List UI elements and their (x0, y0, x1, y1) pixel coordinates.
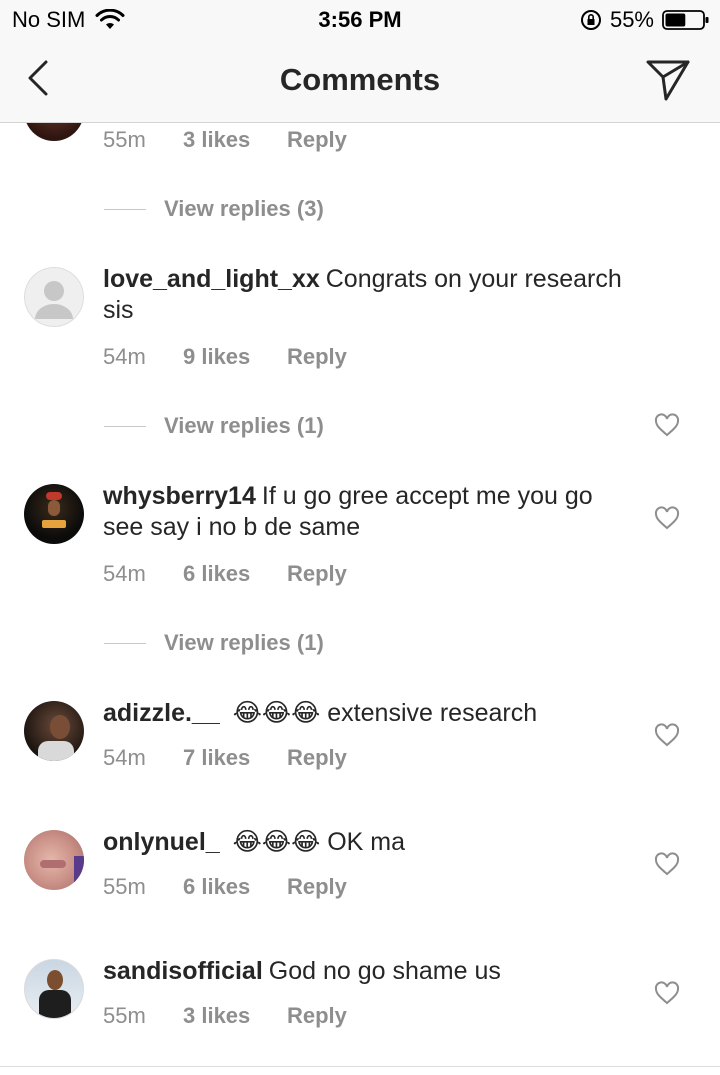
comment-time: 54m (103, 745, 146, 770)
comment-username[interactable]: love_and_light_xx (103, 265, 320, 293)
comment-body: whysberry14 If u go gree accept me you go… (103, 481, 623, 543)
comment-time: 55m (103, 1003, 146, 1028)
default-avatar[interactable] (24, 267, 84, 327)
reply-button[interactable]: Reply (287, 874, 347, 900)
comments-list[interactable]: 55m 3 likes Reply View replies (3) love_… (0, 123, 720, 1075)
comment-text: extensive research (327, 699, 538, 727)
status-right: 55% (580, 7, 710, 33)
view-replies-label: View replies (3) (164, 196, 324, 221)
comment-meta: 55m 3 likes Reply (103, 1003, 347, 1029)
heart-icon[interactable] (654, 723, 680, 747)
photo-avatar[interactable] (24, 959, 84, 1019)
battery-fill (665, 13, 686, 27)
view-replies-button[interactable]: View replies (1) (104, 630, 324, 656)
reply-button[interactable]: Reply (287, 127, 347, 153)
reply-button[interactable]: Reply (287, 745, 347, 771)
heart-icon[interactable] (654, 506, 680, 530)
likes-count[interactable]: 7 likes (183, 745, 287, 771)
view-replies-button[interactable]: View replies (1) (104, 413, 324, 439)
photo-avatar[interactable] (24, 830, 84, 890)
comment-username[interactable]: onlynuel_ (103, 828, 220, 856)
likes-count[interactable]: 9 likes (183, 344, 287, 370)
comment-meta: 54m 9 likes Reply (103, 344, 347, 370)
nav-bar: Comments (0, 40, 720, 123)
view-replies-button[interactable]: View replies (3) (104, 196, 324, 222)
bottom-divider (0, 1066, 720, 1067)
likes-count[interactable]: 6 likes (183, 874, 287, 900)
comment-username[interactable]: sandisofficial (103, 957, 263, 985)
comment-emoji: 😂😂😂 (232, 828, 321, 856)
heart-icon[interactable] (654, 981, 680, 1005)
comment-meta: 55m 6 likes Reply (103, 874, 347, 900)
comment-meta: 55m 3 likes Reply (103, 127, 347, 153)
likes-count[interactable]: 3 likes (183, 127, 287, 153)
likes-count[interactable]: 3 likes (183, 1003, 287, 1029)
battery-icon (662, 10, 709, 30)
view-replies-label: View replies (1) (164, 630, 324, 655)
comment-time: 55m (103, 127, 146, 152)
battery-percent: 55% (609, 7, 654, 32)
page-title: Comments (279, 62, 441, 97)
comment-meta: 54m 6 likes Reply (103, 561, 347, 587)
heart-icon[interactable] (654, 852, 680, 876)
reply-button[interactable]: Reply (287, 344, 347, 370)
comment-username[interactable]: whysberry14 (103, 482, 256, 510)
divider-line (104, 208, 146, 210)
comment-emoji: 😂😂😂 (232, 699, 321, 727)
photo-avatar[interactable] (24, 484, 84, 544)
reply-button[interactable]: Reply (287, 561, 347, 587)
comment-body: onlynuel_ 😂😂😂 OK ma (103, 827, 623, 858)
status-bar: No SIM 3:56 PM 55% (0, 0, 720, 40)
likes-count[interactable]: 6 likes (183, 561, 287, 587)
comment-time: 54m (103, 561, 146, 586)
comment-body: love_and_light_xx Congrats on your resear… (103, 264, 623, 326)
divider-line (104, 642, 146, 644)
view-replies-label: View replies (1) (164, 413, 324, 438)
rotation-lock-icon (580, 10, 601, 30)
comment-time: 54m (103, 344, 146, 369)
comment-meta: 54m 7 likes Reply (103, 745, 347, 771)
divider-line (104, 425, 146, 427)
comment-username[interactable]: adizzle.__ (103, 699, 220, 727)
comment-body: sandisofficial God no go shame us (103, 956, 623, 987)
comment-text: God no go shame us (268, 957, 501, 985)
avatar[interactable] (24, 123, 84, 141)
comment-time: 55m (103, 874, 146, 899)
comment-body: adizzle.__ 😂😂😂 extensive research (103, 698, 623, 729)
paper-plane-icon[interactable] (644, 56, 692, 104)
reply-button[interactable]: Reply (287, 1003, 347, 1029)
heart-icon[interactable] (654, 413, 680, 437)
comment-text: OK ma (327, 828, 406, 856)
photo-avatar[interactable] (24, 701, 84, 761)
